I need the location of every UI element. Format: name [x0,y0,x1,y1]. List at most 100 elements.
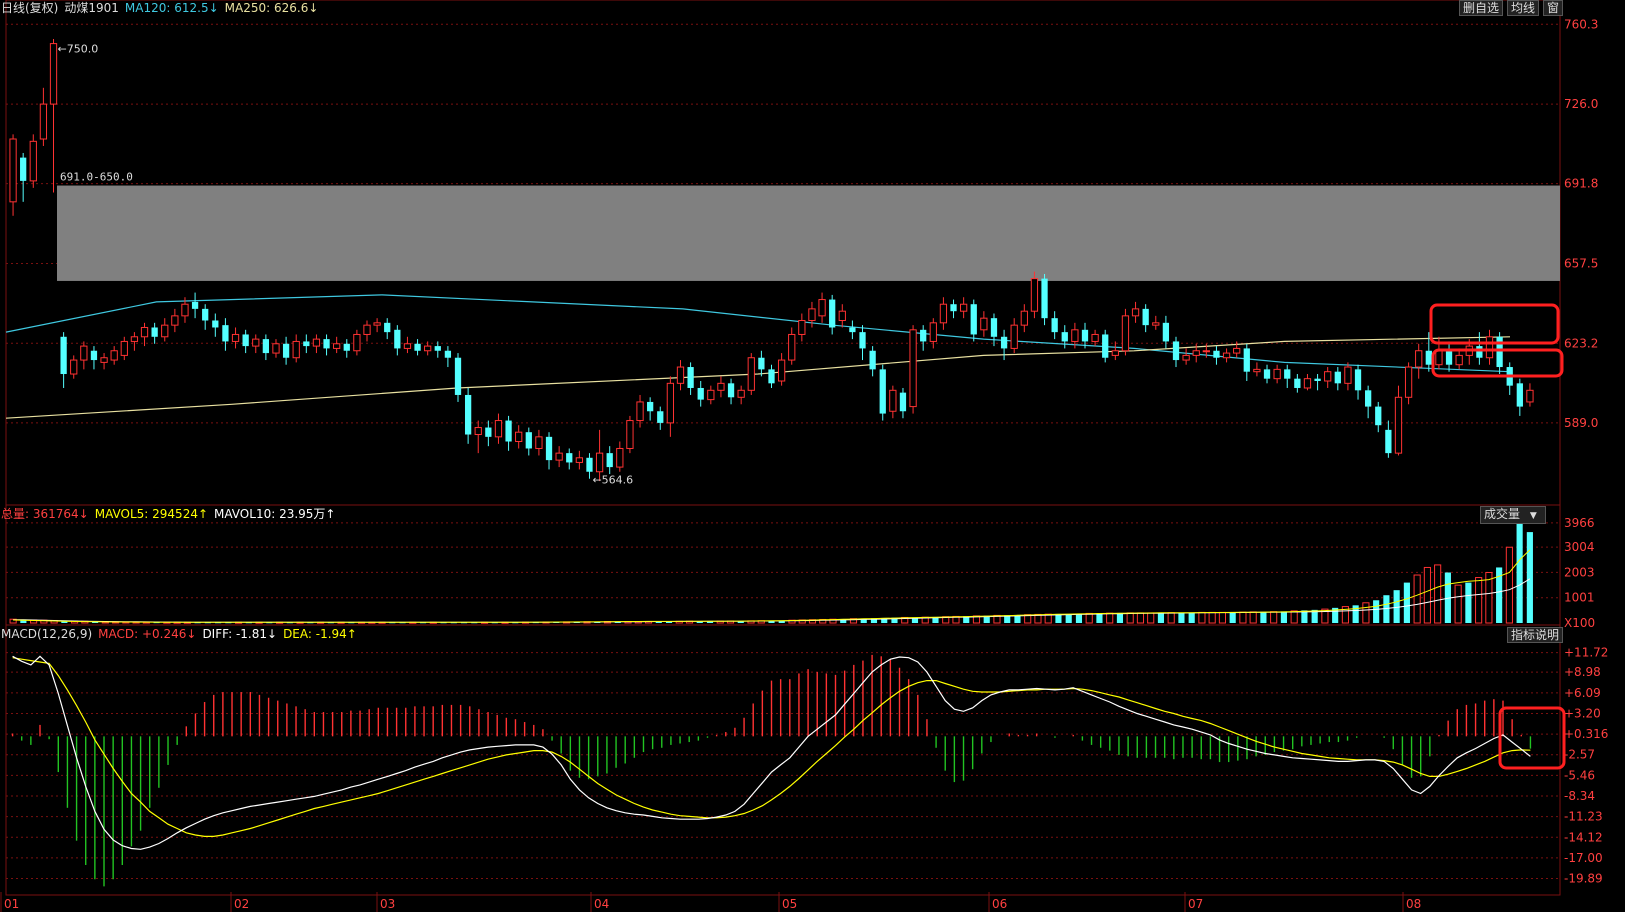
candle-body [505,420,512,442]
volume-bar [1362,602,1370,624]
volume-bar [1096,613,1103,623]
candle-body [1375,406,1382,426]
macd-name-label: MACD(12,26,9) [1,627,93,641]
candle-body [697,387,704,400]
macd-tick-label: +0.316 [1564,727,1608,741]
dea-value-label: DEA: -1.94↑ [283,627,357,641]
price-tick-label: 760.3 [1564,17,1598,31]
candle-body [555,452,563,461]
candle-body [1091,333,1099,342]
highlight-box-macd [1498,706,1566,770]
candle-body [798,320,806,335]
candle-body [444,350,452,358]
volume-bar [1075,613,1083,623]
candle-body [1354,369,1362,391]
candle-body [758,357,765,370]
candle-body [1294,378,1301,388]
candle-body [960,303,968,312]
candle-body [424,345,432,352]
volume-bar [1065,613,1072,623]
chevron-down-icon: ▼ [1529,511,1537,521]
candle-body [1344,366,1352,384]
candle-body [373,322,381,326]
volume-bar [1516,522,1523,623]
candle-body [1385,429,1392,454]
candle-body [1182,354,1190,361]
volume-bar [1270,611,1278,624]
candle-body [566,453,573,463]
candle-body [818,299,826,317]
candle-body [39,103,48,140]
macd-tick-label: +6.09 [1564,686,1601,700]
macd-tick-label: +11.72 [1564,646,1608,660]
volume-select-button[interactable]: 成交量 ▼ [1480,506,1546,524]
high-annotation: ←750.0 [58,42,99,55]
candle-body [1476,346,1483,358]
ma-line-button[interactable]: 均线 [1507,0,1540,16]
candle-body [1415,350,1423,368]
volume-bar [1280,611,1287,623]
delete-watch-button[interactable]: 删自选 [1459,0,1504,16]
x-tick-label: 03 [380,897,395,911]
candle-body [90,350,98,361]
volume-bar [1475,577,1483,624]
volume-bar [1393,590,1400,623]
mavol5-line [13,549,1531,623]
macd-tick-label: -5.46 [1564,768,1595,782]
candle-body [1516,383,1523,407]
candle-body [1394,396,1403,454]
volume-bar [1208,611,1216,624]
candle-body [990,318,998,337]
volume-tick-label: 3004 [1564,540,1595,554]
candle-body [647,401,654,412]
candle-body [768,369,775,384]
candle-body [808,308,816,322]
candle-body [950,304,957,312]
candle-body [181,303,189,317]
volume-bar [1198,611,1206,624]
candle-body [1425,350,1432,365]
candle-body [1000,336,1008,349]
candle-body [1284,369,1291,379]
candle-body [1051,318,1058,333]
candle-body [292,340,300,359]
candle-body [1121,315,1130,352]
candle-body [838,310,846,322]
gap-annotation: 691.0-650.0 [60,171,133,184]
candle-body [80,345,88,361]
indicator-help-button[interactable]: 指标说明 [1507,627,1564,643]
ma120-label: MA120: 612.5↓ [124,1,219,15]
candle-body [9,138,17,203]
candle-body [120,340,128,356]
diff-value-label: DIFF: -1.81↓ [202,627,278,641]
candle-body [1111,350,1119,356]
candle-body [252,338,260,347]
candle-body [626,420,634,449]
candle-body [60,336,67,375]
window-button[interactable]: 窗 [1543,0,1564,16]
candle-body [494,420,503,438]
x-tick-label: 01 [4,897,19,911]
volume-bar [1373,600,1380,623]
volume-bar [1290,610,1298,624]
candle-body [1243,348,1250,372]
price-tick-label: 691.8 [1564,177,1598,191]
candle-body [1455,354,1463,366]
volume-bar [1178,612,1185,623]
mavol5-label: MAVOL5: 294524↑ [94,507,209,521]
candle-body [1071,329,1079,342]
period-label: 日线(复权) [1,1,59,15]
volume-header: 总量: 361764↓ MAVOL5: 294524↑ MAVOL10: 23.95… [1,507,341,521]
volume-bar [1249,611,1257,624]
candle-body [1435,350,1443,366]
candle-body [191,301,199,309]
volume-bar [1218,611,1227,624]
candle-body [1131,308,1140,317]
candle-body [242,334,249,347]
x-tick-label: 05 [782,897,797,911]
candle-body [970,304,977,335]
ma120-line [5,294,1511,373]
candle-body [676,366,685,384]
candle-body [464,394,472,435]
candle-body [939,303,948,324]
